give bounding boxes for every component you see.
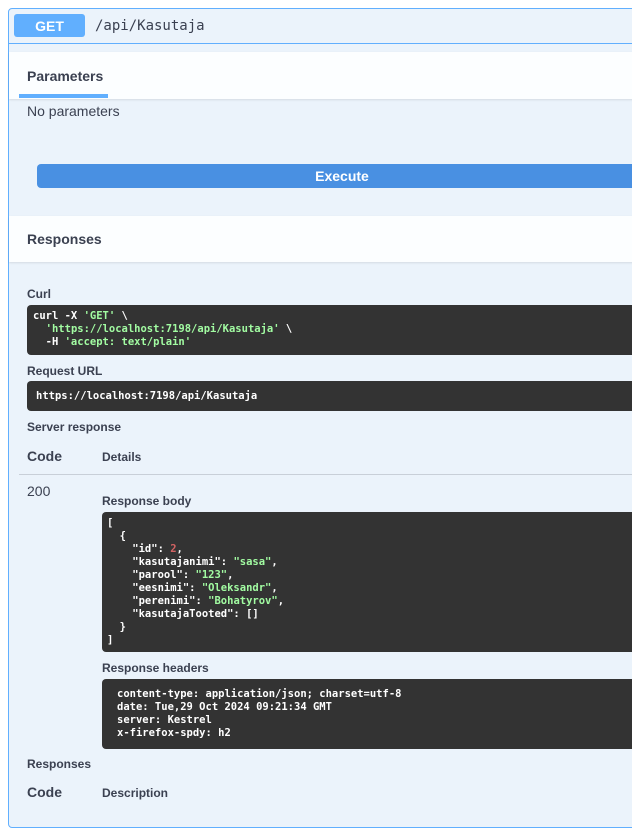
header-line: server: Kestrel — [117, 714, 212, 726]
curl-line-1: curl -X 'GET' \ — [33, 310, 128, 322]
table-divider — [19, 474, 632, 475]
request-url-label: Request URL — [27, 364, 103, 378]
curl-line-3: -H 'accept: text/plain' — [33, 336, 192, 348]
server-response-label: Server response — [27, 420, 122, 434]
responses-header: Responses — [9, 216, 632, 262]
json-row-id: "id": 2, — [107, 543, 183, 555]
curl-label: Curl — [27, 287, 51, 301]
operation-summary[interactable]: GET /api/Kasutaja — [9, 9, 632, 44]
execute-button[interactable]: Execute — [37, 164, 632, 188]
response-headers-block[interactable]: content-type: application/json; charset=… — [102, 679, 632, 749]
http-method-badge[interactable]: GET — [14, 14, 85, 37]
header-line: content-type: application/json; charset=… — [117, 688, 402, 700]
responses-code-column-header: Code — [27, 784, 62, 800]
responses-subheading: Responses — [27, 757, 92, 771]
no-parameters-text: No parameters — [27, 103, 120, 119]
curl-line-2: 'https://localhost:7198/api/Kasutaja' \ — [45, 323, 293, 335]
json-row-kasutajatooted: "kasutajaTooted": [] — [107, 608, 259, 620]
json-row-perenimi: "perenimi": "Bohatyrov", — [107, 595, 285, 607]
json-row-kasutajanimi: "kasutajanimi": "sasa", — [107, 556, 278, 568]
details-column-header: Details — [102, 450, 142, 464]
json-row-eesnimi: "eesnimi": "Oleksandr", — [107, 582, 278, 594]
header-line: x-firefox-spdy: h2 — [117, 727, 231, 739]
operation-block: GET /api/Kasutaja Parameters No paramete… — [8, 8, 632, 828]
request-url-block[interactable]: https://localhost:7198/api/Kasutaja — [27, 381, 632, 411]
response-body-label: Response body — [102, 494, 192, 508]
response-body-block[interactable]: [ { "id": 2, "kasutajanimi": "sasa", "pa… — [102, 512, 632, 652]
header-line: date: Tue,29 Oct 2024 09:21:34 GMT — [117, 701, 332, 713]
description-column-header: Description — [102, 786, 169, 800]
responses-title: Responses — [27, 231, 102, 247]
code-column-header: Code — [27, 448, 62, 464]
parameters-header: Parameters — [9, 52, 632, 99]
status-code: 200 — [27, 483, 51, 499]
active-tab-indicator — [19, 94, 108, 98]
endpoint-path: /api/Kasutaja — [95, 18, 205, 34]
json-row-parool: "parool": "123", — [107, 569, 234, 581]
response-headers-label: Response headers — [102, 661, 209, 675]
tab-parameters[interactable]: Parameters — [27, 68, 103, 84]
curl-command-block[interactable]: curl -X 'GET' \ 'https://localhost:7198/… — [27, 305, 632, 355]
